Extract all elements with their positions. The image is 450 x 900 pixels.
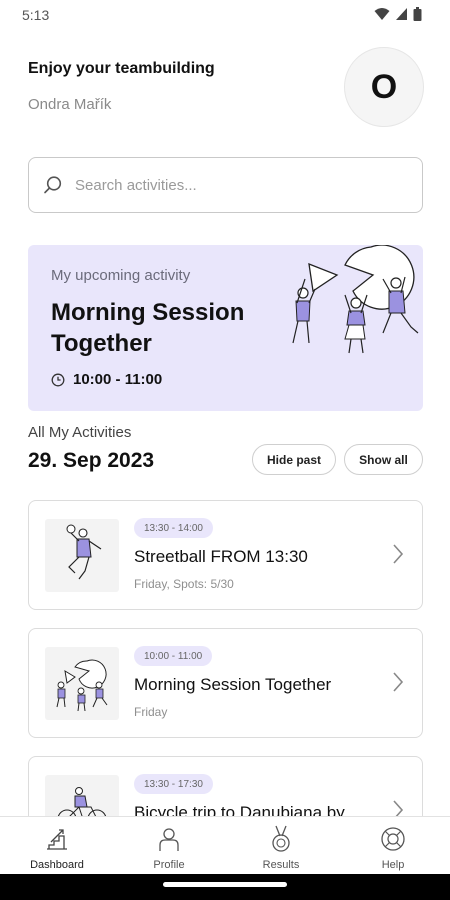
- home-indicator[interactable]: [163, 882, 287, 887]
- activity-thumbnail: [45, 647, 119, 720]
- search-box[interactable]: [28, 157, 423, 213]
- chevron-right-icon: [393, 672, 404, 692]
- activity-title: Morning Session Together: [134, 675, 332, 694]
- header: Enjoy your teambuilding Ondra Mařík: [28, 60, 215, 113]
- hide-past-button[interactable]: Hide past: [252, 444, 336, 475]
- nav-label: Help: [381, 859, 405, 871]
- nav-item-results[interactable]: Results: [225, 817, 337, 875]
- help-icon: [381, 827, 405, 851]
- status-bar: 5:13: [0, 0, 450, 30]
- user-name: Ondra Mařík: [28, 96, 112, 113]
- show-all-button[interactable]: Show all: [344, 444, 423, 475]
- upcoming-label: My upcoming activity: [51, 267, 191, 284]
- time-badge: 13:30 - 17:30: [134, 774, 213, 794]
- team-carrying-puzzle-illustration: [292, 245, 419, 354]
- upcoming-activity-card[interactable]: My upcoming activity Morning Session Tog…: [28, 245, 423, 411]
- profile-icon: [159, 828, 179, 851]
- dashboard-icon: [47, 829, 67, 850]
- nav-item-help[interactable]: Help: [337, 817, 449, 875]
- signal-icon: [396, 8, 407, 20]
- activity-card[interactable]: 10:00 - 11:00 Morning Session Together F…: [28, 628, 423, 738]
- avatar[interactable]: O: [344, 47, 424, 127]
- activity-subtitle: Friday: [134, 705, 168, 719]
- greeting: Enjoy your teambuilding: [28, 60, 215, 77]
- wifi-icon: [374, 8, 390, 20]
- activity-subtitle: Friday, Spots: 5/30: [134, 577, 234, 591]
- medal-icon: [272, 825, 290, 852]
- nav-item-profile[interactable]: Profile: [113, 817, 225, 875]
- status-time: 5:13: [22, 7, 50, 23]
- activity-title: Streetball FROM 13:30: [134, 547, 308, 566]
- nav-label: Profile: [153, 859, 185, 871]
- nav-label: Dashboard: [30, 859, 84, 871]
- chevron-right-icon: [393, 544, 404, 564]
- clock-icon: [51, 373, 65, 386]
- upcoming-title: Morning Session Together: [51, 299, 245, 357]
- nav-label: Results: [262, 859, 300, 871]
- time-badge: 10:00 - 11:00: [134, 646, 213, 666]
- battery-icon: [413, 7, 422, 21]
- section-label: All My Activities: [28, 424, 132, 441]
- activity-thumbnail: [45, 519, 119, 592]
- time-badge: 13:30 - 14:00: [134, 518, 213, 538]
- section-date: 29. Sep 2023: [28, 449, 155, 472]
- search-input[interactable]: [75, 176, 395, 194]
- avatar-initial: O: [370, 67, 398, 106]
- team-puzzle-icon: [56, 659, 108, 712]
- basketball-player-icon: [66, 524, 102, 580]
- system-navigation-bar: [0, 874, 450, 900]
- bottom-nav: Dashboard Profile Results Help: [0, 816, 450, 874]
- activity-card[interactable]: 13:30 - 14:00 Streetball FROM 13:30 Frid…: [28, 500, 423, 610]
- status-icons: [374, 7, 422, 21]
- upcoming-time-row: 10:00 - 11:00: [51, 371, 162, 388]
- nav-item-dashboard[interactable]: Dashboard: [1, 817, 113, 875]
- search-icon: [44, 176, 62, 194]
- upcoming-time: 10:00 - 11:00: [73, 371, 163, 388]
